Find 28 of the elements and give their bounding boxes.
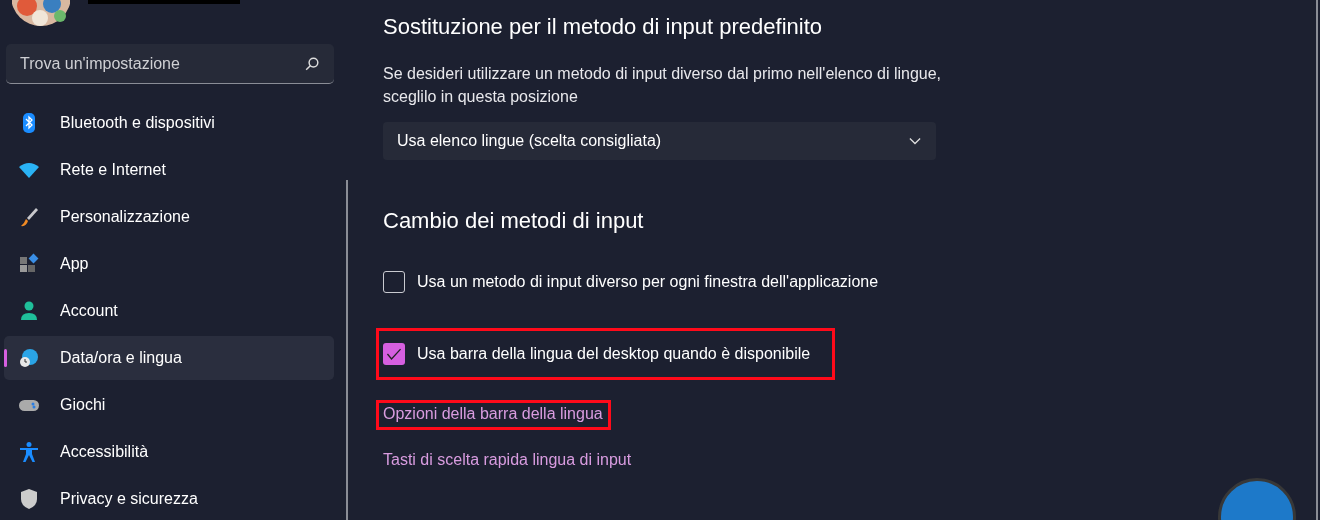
globe-icon bbox=[18, 347, 40, 369]
scrollbar[interactable] bbox=[1316, 0, 1318, 520]
person-icon bbox=[18, 300, 40, 322]
sidebar-item[interactable]: Giochi bbox=[4, 383, 334, 427]
description-text: Se desideri utilizzare un metodo di input diverso dal primo nell'elenco di lingue, sceglilo in questa posizione bbox=[383, 64, 943, 107]
accessibility-icon bbox=[18, 441, 40, 463]
sidebar-item[interactable]: Data/ora e lingua bbox=[4, 336, 334, 380]
section-heading: Cambio dei metodi di input bbox=[383, 208, 645, 234]
link[interactable]: Tasti di scelta rapida lingua di input bbox=[383, 451, 632, 468]
shield-icon bbox=[18, 488, 40, 510]
sidebar-item[interactable]: Bluetooth e dispositivi bbox=[4, 101, 334, 145]
sidebar-item[interactable]: App bbox=[4, 242, 334, 286]
section-heading: Sostituzione per il metodo di input predefinito bbox=[383, 14, 824, 40]
checkbox-option[interactable]: Usa un metodo di input diverso per ogni finestra dell'applicazione bbox=[383, 271, 879, 293]
sidebar-item[interactable]: Personalizzazione bbox=[4, 195, 334, 239]
selection-indicator bbox=[4, 349, 7, 367]
sidebar-item[interactable]: Account bbox=[4, 289, 334, 333]
dropdown[interactable]: Usa elenco lingue (scelta consigliata) bbox=[383, 122, 936, 160]
search-icon bbox=[304, 55, 320, 72]
sidebar-item[interactable]: Privacy e sicurezza bbox=[4, 477, 334, 520]
checkbox[interactable] bbox=[383, 343, 405, 365]
checkbox[interactable] bbox=[383, 271, 405, 293]
sidebar-item[interactable]: Accessibilità bbox=[4, 430, 334, 474]
scrollbar[interactable] bbox=[346, 180, 348, 520]
link[interactable]: Opzioni della barra della lingua bbox=[383, 405, 603, 422]
checkbox-option[interactable]: Usa barra della lingua del desktop quando è disponibile bbox=[383, 343, 811, 365]
sidebar-item[interactable]: Rete e Internet bbox=[4, 148, 334, 192]
apps-icon bbox=[18, 253, 40, 275]
